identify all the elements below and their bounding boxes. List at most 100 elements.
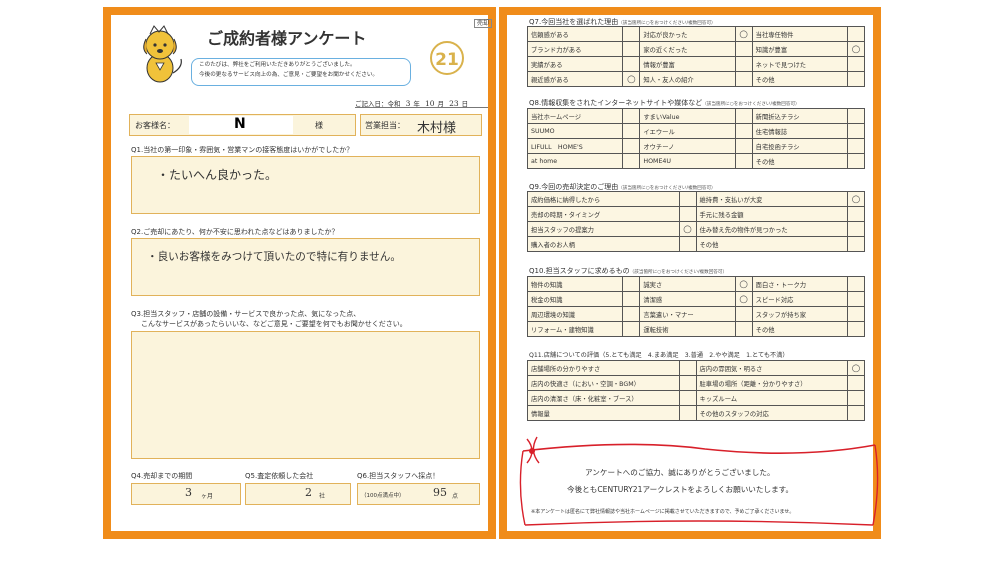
century21-logo: 21	[430, 41, 464, 75]
option-label: 周辺環境の知識	[526, 306, 624, 322]
option-checkbox[interactable]	[622, 276, 641, 292]
option-checkbox[interactable]	[734, 153, 753, 169]
option-row: 当社ホームページ すまいValue 新聞折込チラシ	[526, 108, 865, 124]
option-checkbox[interactable]	[847, 375, 865, 391]
q7-table: 信頼感がある 対応が良かった ○ 当社専任物件 ブランド力がある 家の近くだった 知識が豊富…	[526, 26, 865, 87]
option-checkbox[interactable]	[847, 236, 865, 252]
dog-mascot-icon	[143, 25, 182, 83]
option-label: 維持費・支払いが大変	[695, 191, 848, 207]
option-checkbox[interactable]	[847, 306, 865, 322]
option-checkbox[interactable]	[847, 291, 865, 307]
option-checkbox[interactable]	[847, 221, 865, 237]
option-checkbox[interactable]	[622, 26, 641, 42]
option-checkbox[interactable]	[847, 71, 865, 87]
option-label: 新聞折込チラシ	[751, 108, 849, 124]
option-label: リフォーム・建物知識	[526, 321, 624, 337]
option-row: 売却の時期・タイミング 手元に残る金額	[527, 206, 865, 222]
option-checkbox[interactable]	[622, 306, 641, 322]
option-checkbox[interactable]	[847, 56, 865, 72]
option-label: その他のスタッフの対応	[695, 405, 848, 421]
option-checkbox[interactable]	[678, 375, 697, 391]
option-checkbox[interactable]	[622, 291, 641, 307]
option-checkbox[interactable]	[847, 123, 865, 139]
q2-answer: ・良いお客様をみつけて頂いたので特に有りません。	[147, 251, 401, 263]
option-label: 運転技術	[639, 321, 736, 337]
thanks-line-1: アンケートへのご協力、誠にありがとうございました。	[585, 468, 775, 477]
option-checkbox[interactable]	[622, 321, 641, 337]
option-checkbox[interactable]	[734, 41, 753, 57]
option-checkbox[interactable]: ○	[678, 221, 697, 237]
option-checkbox[interactable]	[678, 236, 697, 252]
option-label: 信頼感がある	[526, 26, 624, 42]
option-checkbox[interactable]	[847, 153, 865, 169]
option-checkbox[interactable]	[678, 360, 697, 376]
option-label: 知人・友人の紹介	[639, 71, 736, 87]
option-checkbox[interactable]	[622, 56, 641, 72]
option-checkbox[interactable]	[734, 71, 753, 87]
option-checkbox[interactable]	[847, 405, 865, 421]
customer-name: N	[234, 116, 246, 132]
option-checkbox[interactable]	[678, 405, 697, 421]
option-label: 担当スタッフの提案力	[527, 221, 680, 237]
option-checkbox[interactable]	[734, 56, 753, 72]
option-checkbox[interactable]	[622, 123, 641, 139]
q7-title: Q7.今回当社を選ばれた理由	[529, 18, 619, 26]
sale-stamp: 売却	[474, 19, 493, 29]
option-checkbox[interactable]	[847, 321, 865, 337]
option-checkbox[interactable]	[847, 26, 865, 42]
option-row: 信頼感がある 対応が良かった ○ 当社専任物件	[526, 26, 865, 42]
option-checkbox[interactable]	[847, 276, 865, 292]
q5-unit: 社	[319, 493, 326, 500]
q9-table: 成約価格に納得したから 維持費・支払いが大変 ○ 売却の時期・タイミング 手元に残る金額…	[527, 191, 865, 252]
option-checkbox[interactable]	[678, 390, 697, 406]
option-checkbox[interactable]	[847, 206, 865, 222]
option-checkbox[interactable]: ○	[734, 26, 753, 42]
option-checkbox[interactable]	[847, 138, 865, 154]
option-label: 情報が豊富	[639, 56, 736, 72]
option-checkbox[interactable]: ○	[734, 291, 753, 307]
intro-line-1: このたびは、弊社をご利用いただきありがとうございました。	[199, 62, 356, 68]
option-label: 面白さ・トーク力	[751, 276, 849, 292]
option-checkbox[interactable]	[678, 206, 697, 222]
option-label: その他	[751, 321, 849, 337]
option-checkbox[interactable]: ○	[847, 191, 865, 207]
option-row: LIFULL HOME'S オウチーノ 自宅投函チラシ	[526, 138, 865, 154]
option-label: LIFULL HOME'S	[526, 138, 624, 154]
q1-label: Q1.当社の第一印象・雰囲気・営業マンの接客態度はいかがでしたか？	[131, 146, 354, 154]
option-label: 当社専任物件	[751, 26, 849, 42]
q5-answer-box	[245, 483, 351, 505]
option-label: その他	[695, 236, 848, 252]
q5-label: Q5.査定依頼した会社	[245, 472, 314, 480]
option-checkbox[interactable]	[734, 321, 753, 337]
option-checkbox[interactable]	[847, 390, 865, 406]
option-checkbox[interactable]: ○	[847, 41, 865, 57]
q1-answer-box	[131, 156, 480, 214]
option-row: 店内の清潔さ（床・化粧室・ブース） キッズルーム	[527, 390, 865, 406]
option-checkbox[interactable]	[622, 41, 641, 57]
option-checkbox[interactable]: ○	[622, 71, 641, 87]
option-label: 知識が豊富	[751, 41, 849, 57]
option-row: 購入者のお人柄 その他	[527, 236, 865, 252]
option-checkbox[interactable]	[622, 153, 641, 169]
option-checkbox[interactable]	[678, 191, 697, 207]
option-checkbox[interactable]	[734, 138, 753, 154]
option-checkbox[interactable]	[734, 306, 753, 322]
option-label: 店舗場所の分かりやすさ	[527, 360, 680, 376]
option-label: 当社ホームページ	[526, 108, 624, 124]
option-checkbox[interactable]	[734, 108, 753, 124]
q2-answer-box	[131, 238, 480, 296]
option-row: 物件の知識 誠実さ ○ 面白さ・トーク力	[526, 276, 865, 292]
option-label: 家の近くだった	[639, 41, 736, 57]
option-checkbox[interactable]	[847, 108, 865, 124]
option-checkbox[interactable]	[734, 123, 753, 139]
q10-title: Q10.担当スタッフに求めるもの	[529, 267, 630, 275]
option-checkbox[interactable]	[622, 108, 641, 124]
option-label: 売却の時期・タイミング	[527, 206, 680, 222]
option-label: キッズルーム	[695, 390, 848, 406]
option-label: 物件の知識	[526, 276, 624, 292]
option-label: 店内の雰囲気・明るさ	[695, 360, 848, 376]
option-checkbox[interactable]: ○	[847, 360, 865, 376]
q11-title: Q11.店舗についての評価（5.とても満足 4.まあ満足 3.普通 2.やや満足…	[529, 352, 789, 359]
option-checkbox[interactable]: ○	[734, 276, 753, 292]
option-checkbox[interactable]	[622, 138, 641, 154]
